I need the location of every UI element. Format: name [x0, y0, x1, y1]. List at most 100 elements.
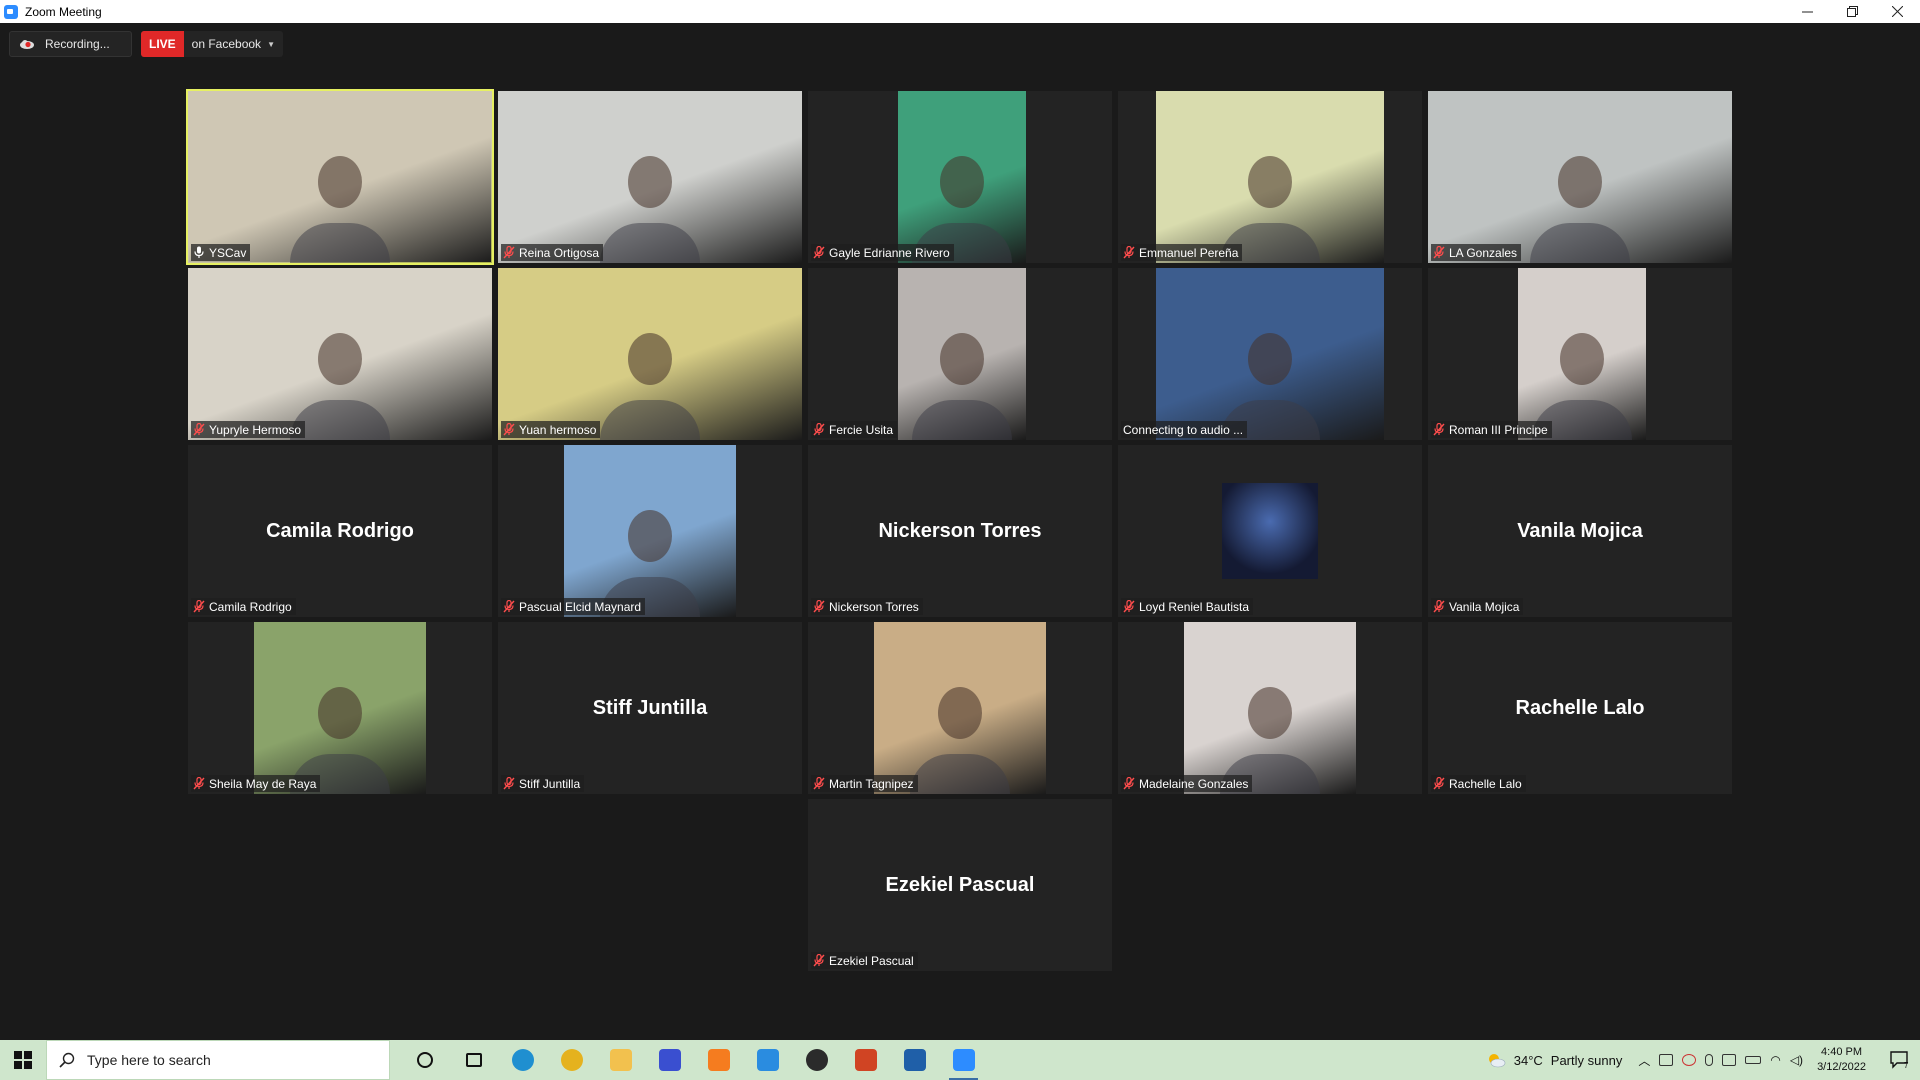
vscode-taskbar-button[interactable]	[743, 1040, 792, 1080]
participant-tile[interactable]: Connecting to audio ...	[1118, 268, 1422, 440]
participant-name-label: Reina Ortigosa	[501, 244, 604, 261]
participant-name-label: LA Gonzales	[1431, 244, 1522, 261]
participant-name: Rachelle Lalo	[1449, 776, 1522, 791]
participant-name-label: Roman III Principe	[1431, 421, 1552, 438]
powerpoint-taskbar-button[interactable]	[841, 1040, 890, 1080]
meeting-area: Recording... LIVE on Facebook ▼ YSCav Rei…	[0, 23, 1920, 1040]
taskbar-search-input[interactable]: Type here to search	[46, 1040, 390, 1080]
clock-date: 3/12/2022	[1817, 1061, 1866, 1073]
start-button[interactable]	[0, 1040, 46, 1080]
participant-name: Yuan hermoso	[519, 422, 597, 437]
participant-video	[498, 268, 802, 440]
cortana-icon	[416, 1052, 433, 1068]
edge-taskbar-button[interactable]	[498, 1040, 547, 1080]
mic-icon	[194, 246, 204, 258]
taskbar-clock[interactable]: 4:40 PM 3/12/2022	[1817, 1045, 1866, 1075]
participant-tile[interactable]: Sheila May de Raya	[188, 622, 492, 794]
participant-body	[290, 223, 390, 263]
edge-icon	[511, 1049, 534, 1071]
tray-app-icon-red[interactable]	[1682, 1054, 1697, 1066]
participant-tile[interactable]: Yupryle Hermoso	[188, 268, 492, 440]
recording-indicator[interactable]: Recording...	[9, 31, 132, 57]
participant-tile[interactable]: Nickerson Torres Nickerson Torres	[808, 445, 1112, 617]
participant-tile[interactable]: Emmanuel Pereña	[1118, 91, 1422, 263]
minimize-button[interactable]	[1785, 0, 1830, 23]
xampp-taskbar-button[interactable]	[694, 1040, 743, 1080]
participant-video	[1156, 268, 1384, 440]
participant-tile[interactable]: Pascual Elcid Maynard	[498, 445, 802, 617]
participant-video	[564, 445, 736, 617]
participant-name-label: Ezekiel Pascual	[811, 952, 918, 969]
chevron-up-icon[interactable]: ︿	[1638, 1052, 1650, 1069]
participant-name: Reina Ortigosa	[519, 245, 600, 260]
participant-tile[interactable]: Martin Tagnipez	[808, 622, 1112, 794]
participant-name: Pascual Elcid Maynard	[519, 599, 642, 614]
participant-silhouette	[1558, 156, 1602, 209]
participant-name: Sheila May de Raya	[209, 776, 317, 791]
wifi-icon[interactable]: ◠	[1770, 1053, 1780, 1067]
weather-condition: Partly sunny	[1550, 1052, 1623, 1068]
chrome-taskbar-button[interactable]	[547, 1040, 596, 1080]
participant-tile[interactable]: YSCav	[186, 89, 494, 265]
battery-icon[interactable]	[1745, 1056, 1762, 1064]
participant-display-name: Ezekiel Pascual	[885, 873, 1035, 896]
volume-icon[interactable]: ◁)	[1790, 1053, 1803, 1067]
microphone-icon[interactable]	[1705, 1054, 1714, 1066]
participant-tile[interactable]: Rachelle Lalo Rachelle Lalo	[1428, 622, 1732, 794]
file-explorer-icon	[609, 1049, 632, 1071]
ew-taskbar-button[interactable]	[890, 1040, 939, 1080]
tray-app-icon[interactable]	[1659, 1054, 1674, 1066]
participant-silhouette	[628, 156, 672, 209]
tray-display-icon[interactable]	[1722, 1054, 1737, 1066]
participant-tile[interactable]: Ezekiel Pascual Ezekiel Pascual	[808, 799, 1112, 971]
muted-mic-icon	[813, 423, 825, 436]
chevron-down-icon: ▼	[267, 39, 275, 49]
participant-video	[1156, 91, 1384, 263]
chrome-icon	[560, 1049, 583, 1071]
participant-tile[interactable]: Reina Ortigosa	[498, 91, 802, 263]
participant-tile[interactable]: Fercie Usita	[808, 268, 1112, 440]
task-view-taskbar-button[interactable]	[449, 1040, 498, 1080]
participant-silhouette	[1248, 333, 1292, 386]
app-icon-blue-taskbar-button[interactable]	[645, 1040, 694, 1080]
participant-silhouette	[940, 333, 984, 386]
task-view-icon	[465, 1053, 482, 1067]
participant-name-label: Connecting to audio ...	[1121, 421, 1248, 438]
obs-taskbar-button[interactable]	[792, 1040, 841, 1080]
vscode-icon	[756, 1049, 779, 1071]
participant-silhouette	[318, 156, 362, 209]
participant-name: Madelaine Gonzales	[1139, 776, 1249, 791]
live-stream-indicator[interactable]: LIVE on Facebook ▼	[141, 31, 283, 57]
muted-mic-icon	[1123, 777, 1135, 790]
participant-name-label: Vanila Mojica	[1431, 598, 1524, 615]
weather-widget[interactable]: 34°C Partly sunny	[1486, 1052, 1623, 1068]
muted-mic-icon	[813, 777, 825, 790]
muted-mic-icon	[813, 246, 825, 259]
zoom-taskbar-button[interactable]	[939, 1040, 988, 1080]
participant-tile[interactable]: Madelaine Gonzales	[1118, 622, 1422, 794]
participant-tile[interactable]: Stiff Juntilla Stiff Juntilla	[498, 622, 802, 794]
participant-silhouette	[318, 687, 362, 740]
app-icon-blue	[658, 1049, 681, 1071]
participant-name: Vanila Mojica	[1449, 599, 1520, 614]
participant-tile[interactable]: Roman III Principe	[1428, 268, 1732, 440]
muted-mic-icon	[503, 246, 515, 259]
close-button[interactable]	[1875, 0, 1920, 23]
file-explorer-taskbar-button[interactable]	[596, 1040, 645, 1080]
participant-silhouette	[628, 510, 672, 563]
participant-silhouette	[1560, 333, 1604, 386]
notification-center-button[interactable]: 7	[1880, 1040, 1920, 1080]
live-target-dropdown[interactable]: on Facebook ▼	[184, 31, 283, 57]
participant-tile[interactable]: Gayle Edrianne Rivero	[808, 91, 1112, 263]
participant-tile[interactable]: LA Gonzales	[1428, 91, 1732, 263]
participant-tile[interactable]: Vanila Mojica Vanila Mojica	[1428, 445, 1732, 617]
cortana-taskbar-button[interactable]	[400, 1040, 449, 1080]
participant-tile[interactable]: Loyd Reniel Bautista	[1118, 445, 1422, 617]
participant-body	[910, 754, 1010, 794]
restore-button[interactable]	[1830, 0, 1875, 23]
powerpoint-icon	[854, 1049, 877, 1071]
participant-video	[254, 622, 426, 794]
participant-tile[interactable]: Yuan hermoso	[498, 268, 802, 440]
participant-name-label: Rachelle Lalo	[1431, 775, 1526, 792]
participant-tile[interactable]: Camila Rodrigo Camila Rodrigo	[188, 445, 492, 617]
